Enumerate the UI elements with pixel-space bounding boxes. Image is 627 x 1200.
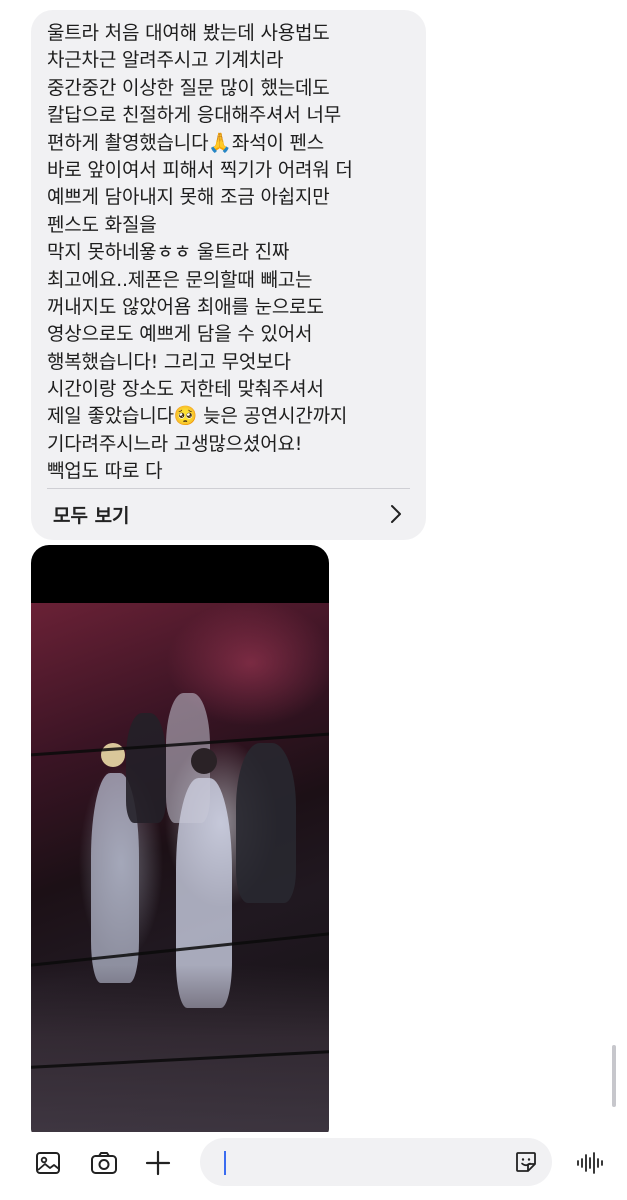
message-input[interactable] xyxy=(200,1138,552,1186)
divider xyxy=(47,488,410,489)
plus-icon[interactable] xyxy=(143,1148,173,1178)
received-message-bubble[interactable]: 울트라 처음 대여해 봤는데 사용법도 차근차근 알려주시고 기계치라 중간중간… xyxy=(31,10,426,540)
message-line: 막지 못하네욯ㅎㅎ 울트라 진짜 xyxy=(47,241,290,264)
photo-attachment[interactable] xyxy=(31,545,329,1145)
camera-icon[interactable] xyxy=(89,1148,119,1178)
message-line: 꺼내지도 않았어욤 최애를 눈으로도 xyxy=(47,295,324,318)
chevron-right-icon xyxy=(391,505,401,523)
message-line: 편하게 촬영했습니다🙏좌석이 펜스 xyxy=(47,131,325,154)
message-line: 예쁘게 담아내지 못해 조금 아쉽지만 xyxy=(47,186,330,209)
message-line: 차근차근 알려주시고 기계치라 xyxy=(47,49,284,72)
see-all-button[interactable]: 모두 보기 xyxy=(31,490,426,538)
message-line: 행복했습니다! 그리고 무엇보다 xyxy=(47,350,291,373)
message-line: 기다려주시느라 고생많으셨어요! xyxy=(47,432,303,455)
message-line: 제일 좋았습니다🥺 늦은 공연시간까지 xyxy=(47,405,348,428)
message-text: 울트라 처음 대여해 봤는데 사용법도 차근차근 알려주시고 기계치라 중간중간… xyxy=(47,20,418,486)
text-caret xyxy=(224,1151,226,1175)
scrollbar[interactable] xyxy=(612,1045,616,1107)
concert-photo xyxy=(31,603,329,1145)
message-line: 펜스도 화질을 xyxy=(47,213,157,236)
message-line: 영상으로도 예쁘게 담을 수 있어서 xyxy=(47,323,313,346)
message-line: 칼답으로 친절하게 응대해주셔서 너무 xyxy=(47,104,341,127)
message-line: 바로 앞이여서 피해서 찍기가 어려워 더 xyxy=(47,158,353,181)
message-line: 최고에요..제폰은 문의할때 빼고는 xyxy=(47,268,313,291)
message-line: 시간이랑 장소도 저한테 맞춰주셔서 xyxy=(47,378,324,401)
image-icon[interactable] xyxy=(33,1148,63,1178)
message-line: 울트라 처음 대여해 봤는데 사용법도 xyxy=(47,22,330,44)
message-line: 중간중간 이상한 질문 많이 했는데도 xyxy=(47,76,330,99)
sticker-icon[interactable] xyxy=(514,1150,538,1174)
message-input-bar xyxy=(0,1132,627,1200)
message-line: 빽업도 따로 다 xyxy=(47,460,163,483)
see-all-label: 모두 보기 xyxy=(53,504,130,527)
voice-wave-icon[interactable] xyxy=(574,1148,604,1178)
